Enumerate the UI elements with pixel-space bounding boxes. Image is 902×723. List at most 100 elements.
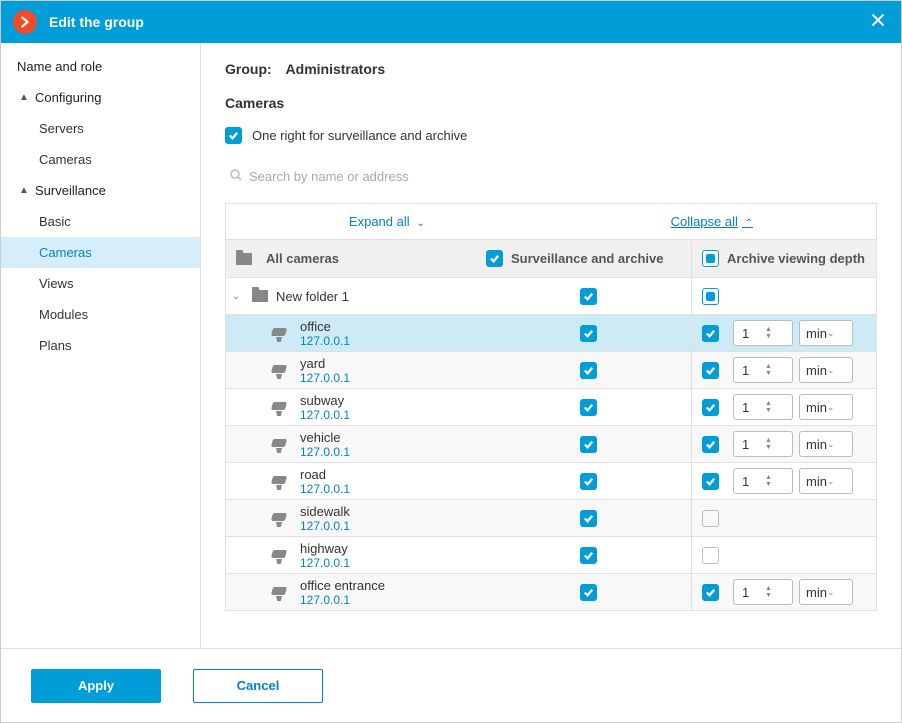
spinner-icon[interactable]: ▲▼ <box>765 585 788 599</box>
camera-icon <box>272 513 290 525</box>
sidebar-item-basic[interactable]: Basic <box>1 206 200 237</box>
sidebar-item-cameras[interactable]: Cameras <box>1 237 200 268</box>
camera-ip: 127.0.0.1 <box>300 371 350 385</box>
camera-surv-checkbox[interactable] <box>580 547 597 564</box>
depth-unit-select[interactable]: min ⌄ <box>799 357 853 383</box>
depth-value-input[interactable]: 1 ▲▼ <box>733 320 793 346</box>
chevron-down-icon: ⌄ <box>827 439 846 450</box>
camera-surv-checkbox[interactable] <box>580 436 597 453</box>
chevron-up-icon: ▲ <box>17 185 31 196</box>
group-header: Group: Administrators <box>225 61 877 77</box>
camera-row[interactable]: yard 127.0.0.1 1 ▲▼ min ⌄ <box>226 352 876 389</box>
header-surv-checkbox[interactable] <box>486 250 503 267</box>
depth-unit: min <box>806 585 827 600</box>
folder-name[interactable]: New folder 1 <box>276 289 349 304</box>
depth-unit-select[interactable]: min ⌄ <box>799 320 853 346</box>
camera-name: highway <box>300 541 350 556</box>
depth-value-input[interactable]: 1 ▲▼ <box>733 357 793 383</box>
header-arch-checkbox[interactable] <box>702 250 719 267</box>
camera-row[interactable]: highway 127.0.0.1 <box>226 537 876 574</box>
chevron-up-icon: ⌃ <box>742 218 753 229</box>
depth-unit-select[interactable]: min ⌄ <box>799 468 853 494</box>
collapse-all-link[interactable]: Collapse all ⌃ <box>671 214 753 229</box>
camera-surv-checkbox[interactable] <box>580 584 597 601</box>
depth-unit-select[interactable]: min ⌄ <box>799 394 853 420</box>
camera-ip: 127.0.0.1 <box>300 556 350 570</box>
window-title: Edit the group <box>49 14 867 30</box>
cancel-button[interactable]: Cancel <box>193 669 323 703</box>
camera-arch-checkbox[interactable] <box>702 436 719 453</box>
expand-all-link[interactable]: Expand all ⌄ <box>349 214 425 229</box>
depth-unit: min <box>806 437 827 452</box>
folder-icon <box>236 253 252 265</box>
spinner-icon[interactable]: ▲▼ <box>765 363 788 377</box>
camera-row[interactable]: road 127.0.0.1 1 ▲▼ min ⌄ <box>226 463 876 500</box>
depth-value-input[interactable]: 1 ▲▼ <box>733 579 793 605</box>
app-icon <box>13 10 37 34</box>
chevron-down-icon[interactable]: ⌄ <box>232 291 244 302</box>
spinner-icon[interactable]: ▲▼ <box>765 326 788 340</box>
depth-value-input[interactable]: 1 ▲▼ <box>733 431 793 457</box>
camera-arch-checkbox[interactable] <box>702 473 719 490</box>
chevron-down-icon: ⌄ <box>827 476 846 487</box>
camera-surv-checkbox[interactable] <box>580 362 597 379</box>
folder-arch-checkbox[interactable] <box>702 288 719 305</box>
one-right-checkbox[interactable] <box>225 127 242 144</box>
camera-name: office <box>300 319 350 334</box>
section-title: Cameras <box>225 95 877 111</box>
camera-surv-checkbox[interactable] <box>580 399 597 416</box>
camera-row[interactable]: office entrance 127.0.0.1 1 ▲▼ min ⌄ <box>226 574 876 611</box>
depth-unit-select[interactable]: min ⌄ <box>799 579 853 605</box>
camera-surv-checkbox[interactable] <box>580 325 597 342</box>
camera-arch-checkbox[interactable] <box>702 325 719 342</box>
camera-row[interactable]: office 127.0.0.1 1 ▲▼ min ⌄ <box>226 315 876 352</box>
apply-button[interactable]: Apply <box>31 669 161 703</box>
spinner-icon[interactable]: ▲▼ <box>765 437 788 451</box>
depth-unit-select[interactable]: min ⌄ <box>799 431 853 457</box>
sidebar-item-modules[interactable]: Modules <box>1 299 200 330</box>
chevron-down-icon: ⌄ <box>827 402 846 413</box>
camera-arch-checkbox[interactable] <box>702 510 719 527</box>
camera-row[interactable]: sidewalk 127.0.0.1 <box>226 500 876 537</box>
sidebar-item-surveillance[interactable]: ▲Surveillance <box>1 175 200 206</box>
camera-name: vehicle <box>300 430 350 445</box>
camera-name: office entrance <box>300 578 385 593</box>
search-icon <box>229 168 243 185</box>
depth-unit: min <box>806 363 827 378</box>
camera-icon <box>272 587 290 599</box>
folder-surv-checkbox[interactable] <box>580 288 597 305</box>
sidebar-item-name-role[interactable]: Name and role <box>1 51 200 82</box>
camera-arch-checkbox[interactable] <box>702 362 719 379</box>
sidebar-item-plans[interactable]: Plans <box>1 330 200 361</box>
camera-surv-checkbox[interactable] <box>580 510 597 527</box>
camera-icon <box>272 550 290 562</box>
camera-surv-checkbox[interactable] <box>580 473 597 490</box>
camera-arch-checkbox[interactable] <box>702 584 719 601</box>
spinner-icon[interactable]: ▲▼ <box>765 400 788 414</box>
camera-icon <box>272 328 290 340</box>
camera-arch-checkbox[interactable] <box>702 547 719 564</box>
depth-value: 1 <box>742 585 765 600</box>
camera-arch-checkbox[interactable] <box>702 399 719 416</box>
sidebar: Name and role ▲Configuring Servers Camer… <box>1 43 201 648</box>
sidebar-item-configuring[interactable]: ▲Configuring <box>1 82 200 113</box>
search-input[interactable] <box>249 169 877 184</box>
camera-ip: 127.0.0.1 <box>300 334 350 348</box>
camera-row[interactable]: vehicle 127.0.0.1 1 ▲▼ min ⌄ <box>226 426 876 463</box>
chevron-up-icon: ▲ <box>17 92 31 103</box>
depth-value: 1 <box>742 474 765 489</box>
camera-icon <box>272 439 290 451</box>
chevron-down-icon: ⌄ <box>827 365 846 376</box>
chevron-down-icon: ⌄ <box>827 328 846 339</box>
camera-name: sidewalk <box>300 504 350 519</box>
depth-value-input[interactable]: 1 ▲▼ <box>733 468 793 494</box>
camera-ip: 127.0.0.1 <box>300 408 350 422</box>
sidebar-item-servers[interactable]: Servers <box>1 113 200 144</box>
sidebar-item-views[interactable]: Views <box>1 268 200 299</box>
sidebar-item-cameras-cfg[interactable]: Cameras <box>1 144 200 175</box>
close-button[interactable] <box>867 9 889 36</box>
depth-value-input[interactable]: 1 ▲▼ <box>733 394 793 420</box>
spinner-icon[interactable]: ▲▼ <box>765 474 788 488</box>
camera-row[interactable]: subway 127.0.0.1 1 ▲▼ min ⌄ <box>226 389 876 426</box>
camera-name: subway <box>300 393 350 408</box>
